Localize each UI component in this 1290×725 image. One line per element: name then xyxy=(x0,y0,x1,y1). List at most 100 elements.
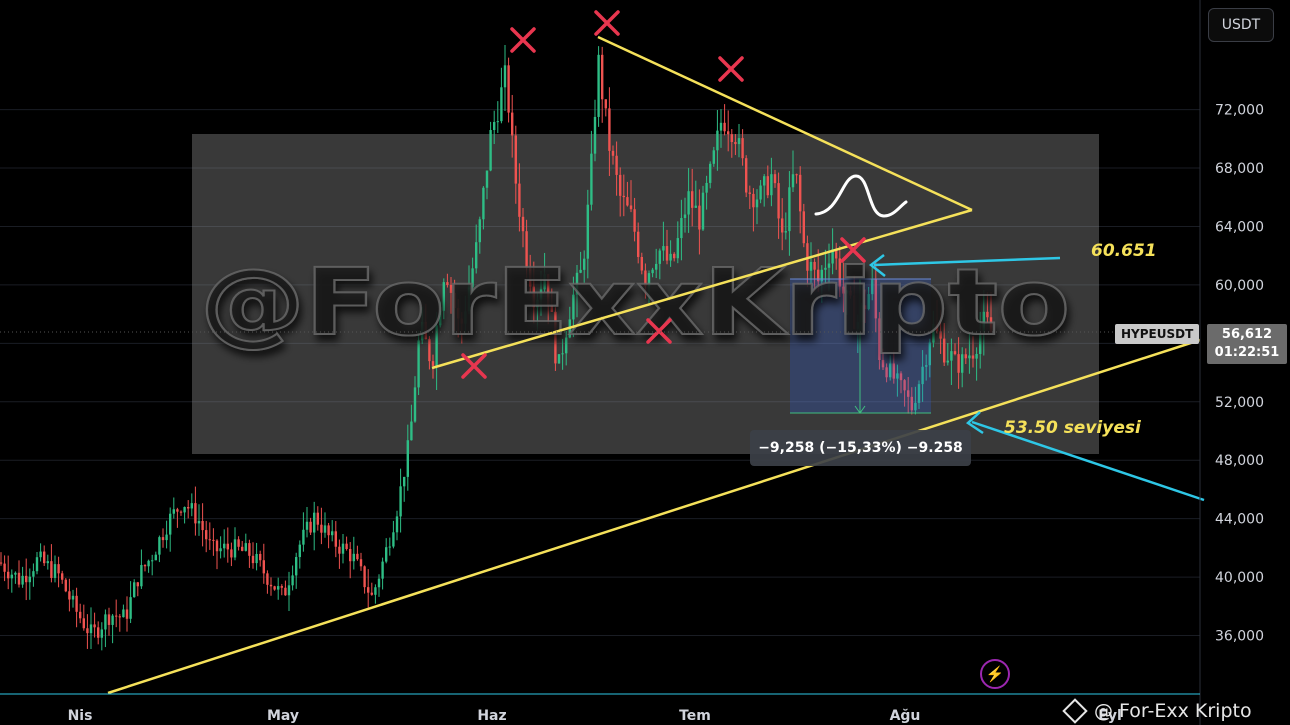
candle-body xyxy=(763,176,766,186)
candle-body xyxy=(349,549,352,562)
candle-body xyxy=(496,121,499,123)
candle-body xyxy=(961,354,964,373)
candle-body xyxy=(212,539,215,541)
candle-body xyxy=(781,218,784,233)
candle-body xyxy=(302,529,305,545)
candle-body xyxy=(17,572,21,585)
annotation-resistance: 60.651 xyxy=(1091,241,1157,261)
candle-body xyxy=(248,543,251,556)
candle-body xyxy=(388,546,391,548)
candle-body xyxy=(316,512,319,525)
candle-body xyxy=(86,628,89,634)
candle-body xyxy=(478,219,481,243)
candle-body xyxy=(3,563,6,572)
candle-body xyxy=(197,520,201,524)
candle-body xyxy=(61,573,64,580)
candle-body xyxy=(194,503,197,524)
candle-body xyxy=(802,211,805,244)
candle-body xyxy=(752,193,755,208)
candle-body xyxy=(716,130,719,151)
candle-body xyxy=(730,134,733,142)
candle-body xyxy=(395,516,399,533)
candle-body xyxy=(777,183,780,219)
candle-body xyxy=(352,553,355,562)
candle-body xyxy=(511,112,514,136)
candle-body xyxy=(107,614,111,625)
brand-text: @ For-Exx Kripto xyxy=(1094,700,1252,722)
candle-body xyxy=(230,549,233,558)
candle-body xyxy=(633,209,636,232)
candle-body xyxy=(345,543,348,550)
candle-body xyxy=(683,214,687,218)
candle-body xyxy=(14,572,17,575)
candle-body xyxy=(759,185,762,200)
candle-body xyxy=(799,174,802,212)
candle-body xyxy=(323,525,327,533)
candle-body xyxy=(161,537,165,541)
candle-body xyxy=(791,174,795,188)
candle-body xyxy=(32,571,35,577)
candle-body xyxy=(79,611,82,619)
candle-body xyxy=(356,553,359,560)
candle-body xyxy=(619,174,622,196)
y-tick-label: 72,000 xyxy=(1215,103,1264,119)
y-tick-label: 68,000 xyxy=(1215,161,1264,177)
x-axis: Nis May Haz Tem Ağu Eyl xyxy=(68,708,1122,724)
candle-body xyxy=(158,537,161,555)
symbol-tag: HYPEUSDT xyxy=(1115,324,1200,344)
candle-body xyxy=(179,511,183,513)
candle-body xyxy=(694,205,697,208)
candle-body xyxy=(773,174,777,184)
candle-body xyxy=(21,575,24,585)
x-tick-label: May xyxy=(267,708,299,724)
candle-body xyxy=(359,559,363,567)
candle-body xyxy=(97,627,100,638)
cross-marker xyxy=(510,27,536,53)
candle-body xyxy=(75,595,78,612)
y-axis: 72,00068,00064,00060,00056,00052,00048,0… xyxy=(1215,103,1264,645)
y-tick-label: 36,000 xyxy=(1215,629,1264,645)
price-chart[interactable]: @ForExxKripto 60.651 53.50 seviyesi 72,0… xyxy=(0,0,1290,725)
candle-body xyxy=(341,543,345,554)
candle-body xyxy=(503,65,507,88)
candle-body xyxy=(626,197,629,206)
x-tick-label: Nis xyxy=(68,708,93,724)
candle-body xyxy=(946,360,949,363)
candle-body xyxy=(10,574,13,579)
candle-body xyxy=(43,551,46,564)
candle-body xyxy=(255,553,258,564)
candle-body xyxy=(392,532,395,547)
candle-body xyxy=(518,183,521,217)
candle-body xyxy=(521,216,525,232)
candle-body xyxy=(68,591,71,600)
lightning-bolt-icon[interactable]: ⚡ xyxy=(980,659,1010,689)
candle-body xyxy=(766,176,769,196)
candle-body xyxy=(172,509,175,514)
candle-body xyxy=(241,546,244,551)
candle-body xyxy=(431,361,435,366)
candle-body xyxy=(406,440,409,477)
candle-body xyxy=(46,561,49,564)
candle-body xyxy=(611,150,615,156)
candle-body xyxy=(233,539,237,558)
candle-body xyxy=(259,553,262,561)
candle-body xyxy=(226,543,229,550)
currency-button[interactable]: USDT xyxy=(1208,8,1274,42)
candle-body xyxy=(298,544,301,558)
candle-body xyxy=(93,624,96,628)
candle-body xyxy=(115,615,118,617)
candle-body xyxy=(745,158,748,193)
candle-body xyxy=(266,573,269,585)
candle-body xyxy=(71,595,75,600)
candle-body xyxy=(7,571,10,579)
candle-body xyxy=(712,150,715,164)
candle-body xyxy=(795,174,798,176)
candle-body xyxy=(385,547,388,562)
candle-body xyxy=(377,578,381,588)
candle-body xyxy=(597,54,600,117)
candle-body xyxy=(604,99,607,109)
candle-body xyxy=(748,192,751,194)
candle-body xyxy=(269,584,273,587)
candle-body xyxy=(363,566,366,588)
candle-body xyxy=(223,543,226,549)
